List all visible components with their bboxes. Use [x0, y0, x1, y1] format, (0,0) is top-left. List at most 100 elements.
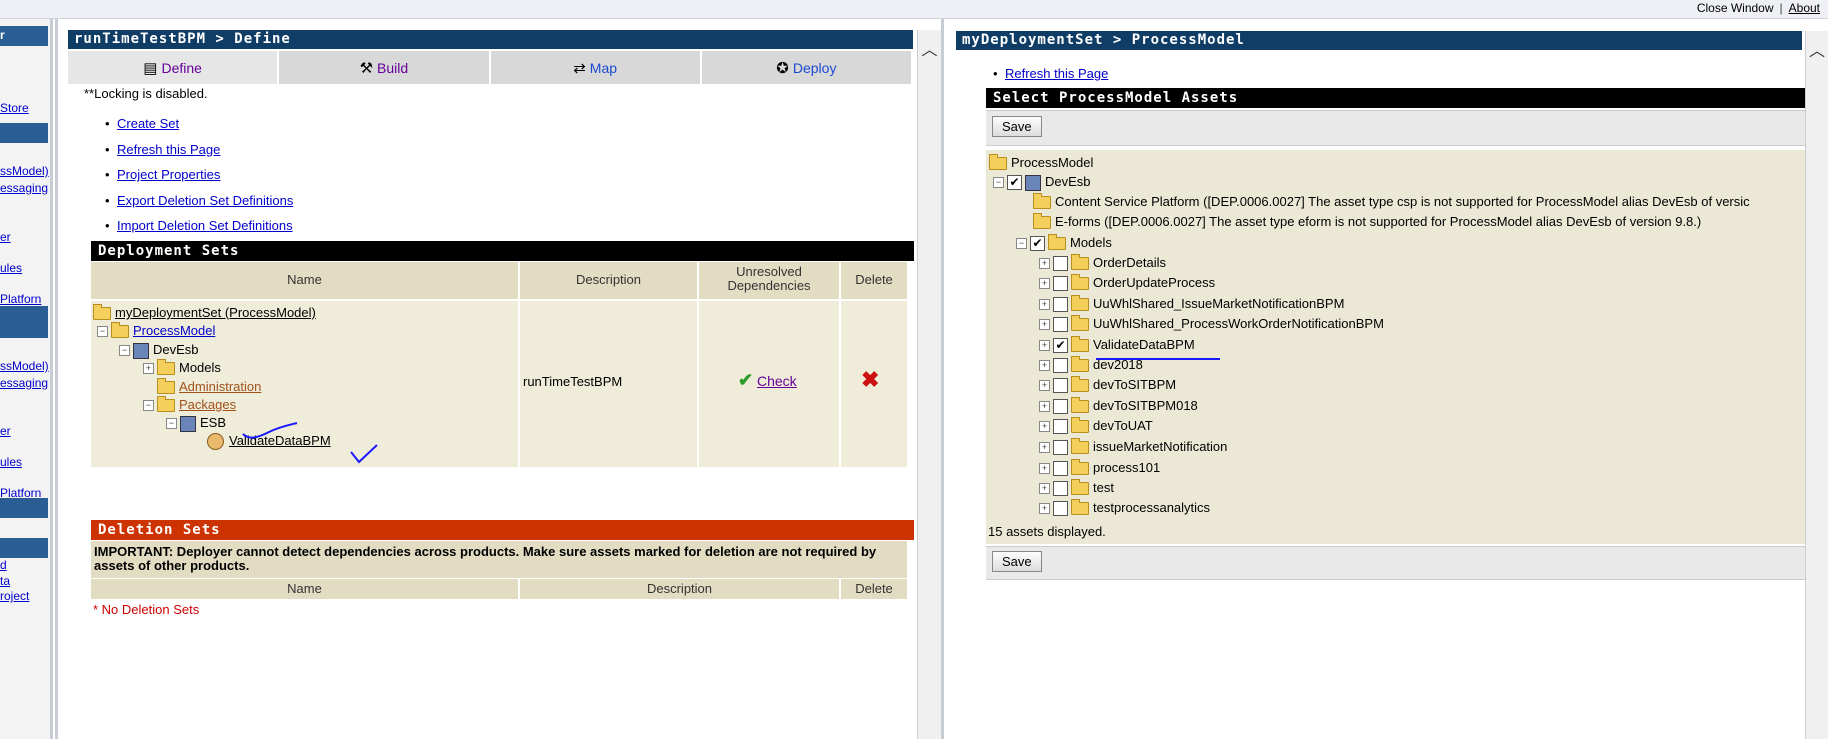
- sidebar-link[interactable]: ssModel): [0, 164, 49, 178]
- tree-node-model: + dev2018: [1039, 356, 1143, 374]
- import-deletion-sets-link[interactable]: Import Deletion Set Definitions: [117, 218, 293, 233]
- model-checkbox[interactable]: [1053, 419, 1068, 435]
- expand-icon[interactable]: +: [1039, 401, 1050, 413]
- process-model-scrollbar[interactable]: ︿: [1805, 31, 1828, 739]
- delete-icon[interactable]: ✖: [861, 367, 879, 393]
- model-checkbox[interactable]: [1053, 501, 1068, 517]
- expand-icon[interactable]: +: [1039, 360, 1050, 372]
- expand-icon[interactable]: +: [1039, 299, 1050, 311]
- list-item: Import Deletion Set Definitions: [102, 218, 293, 244]
- model-checkbox[interactable]: [1053, 461, 1068, 477]
- sidebar-link[interactable]: er: [0, 424, 11, 438]
- column-header-name: Name: [287, 581, 322, 596]
- model-checkbox[interactable]: [1053, 317, 1068, 333]
- about-link[interactable]: About: [1789, 1, 1820, 15]
- export-deletion-sets-link[interactable]: Export Deletion Set Definitions: [117, 193, 293, 208]
- sidebar-link[interactable]: d: [0, 558, 7, 572]
- models-checkbox[interactable]: ✔: [1030, 236, 1045, 252]
- model-checkbox[interactable]: [1053, 276, 1068, 292]
- tree-node-model: + process101: [1039, 459, 1160, 477]
- divider: [697, 262, 699, 467]
- save-button[interactable]: Save: [992, 551, 1042, 572]
- expand-icon[interactable]: +: [1039, 380, 1050, 392]
- model-checkbox[interactable]: [1053, 358, 1068, 374]
- sidebar-link[interactable]: essaging: [0, 181, 48, 195]
- sidebar-link[interactable]: ules: [0, 455, 22, 469]
- divider: [839, 579, 841, 599]
- refresh-page-link[interactable]: Refresh this Page: [1005, 66, 1108, 81]
- create-set-link[interactable]: Create Set: [117, 116, 179, 131]
- model-checkbox[interactable]: [1053, 440, 1068, 456]
- expand-icon[interactable]: +: [1039, 483, 1050, 495]
- sidebar-link[interactable]: Platforn: [0, 292, 41, 306]
- checkmark-icon: ✔: [738, 370, 754, 390]
- sidebar-link[interactable]: roject: [0, 589, 29, 603]
- model-checkbox[interactable]: [1053, 297, 1068, 313]
- deployment-set-link[interactable]: myDeploymentSet (ProcessModel): [115, 305, 316, 320]
- tree-node-model: + UuWhlShared_IssueMarketNotificationBPM: [1039, 295, 1344, 313]
- list-item: Project Properties: [102, 167, 293, 193]
- expand-icon[interactable]: +: [1039, 278, 1050, 290]
- expand-icon[interactable]: +: [1039, 258, 1050, 270]
- tree-node-models: − ✔ Models: [1016, 234, 1112, 252]
- sidebar-link[interactable]: ules: [0, 261, 22, 275]
- sidebar-link[interactable]: er: [0, 230, 11, 244]
- define-scrollbar[interactable]: ︿: [917, 30, 942, 739]
- folder-icon: [1033, 193, 1051, 210]
- check-link[interactable]: Check: [757, 373, 797, 389]
- expand-icon[interactable]: +: [1039, 503, 1050, 515]
- scroll-up-icon[interactable]: ︿: [1806, 37, 1828, 61]
- server-checkbox[interactable]: ✔: [1007, 175, 1022, 191]
- folder-icon: [1071, 295, 1089, 312]
- map-icon: ⇄: [573, 59, 586, 77]
- folder-icon: [1071, 417, 1089, 434]
- package-icon: [207, 433, 224, 451]
- model-checkbox[interactable]: [1053, 399, 1068, 415]
- refresh-page-link[interactable]: Refresh this Page: [117, 142, 220, 157]
- expand-icon[interactable]: +: [1039, 340, 1050, 352]
- tab-define[interactable]: ▤ Define: [68, 51, 280, 84]
- sidebar-link[interactable]: ssModel): [0, 359, 49, 373]
- administration-link[interactable]: Administration: [179, 379, 261, 394]
- sidebar-link[interactable]: ta: [0, 574, 10, 588]
- collapse-icon[interactable]: −: [993, 177, 1004, 189]
- eforms-note: E-forms ([DEP.0006.0027] The asset type …: [1055, 214, 1702, 229]
- collapse-icon[interactable]: −: [166, 418, 177, 430]
- sidebar-link[interactable]: Store: [0, 101, 29, 115]
- deletion-important-notice: IMPORTANT: Deployer cannot detect depend…: [94, 544, 877, 573]
- collapse-icon[interactable]: −: [143, 400, 154, 412]
- close-window-link[interactable]: Close Window: [1697, 1, 1774, 15]
- expand-icon[interactable]: +: [1039, 421, 1050, 433]
- expand-icon[interactable]: +: [1039, 463, 1050, 475]
- expand-icon[interactable]: +: [1039, 442, 1050, 454]
- collapse-icon[interactable]: −: [97, 326, 108, 338]
- project-properties-link[interactable]: Project Properties: [117, 167, 220, 182]
- tab-deploy[interactable]: ✪ Deploy: [701, 51, 913, 84]
- model-label: test: [1093, 480, 1114, 495]
- scroll-up-icon[interactable]: ︿: [918, 36, 941, 60]
- expand-icon[interactable]: +: [1039, 319, 1050, 331]
- sidebar-link[interactable]: essaging: [0, 376, 48, 390]
- divider: |: [1779, 1, 1783, 15]
- folder-icon: [1048, 234, 1066, 251]
- process-model-panel-title: myDeploymentSet > ProcessModel: [956, 31, 1802, 50]
- model-checkbox[interactable]: [1053, 481, 1068, 497]
- column-header-unresolved: Unresolved Dependencies: [727, 264, 811, 293]
- model-checkbox[interactable]: [1053, 378, 1068, 394]
- collapse-icon[interactable]: −: [1016, 238, 1027, 250]
- model-label: dev2018: [1093, 357, 1143, 372]
- tree-node-model: + devToUAT: [1039, 417, 1153, 435]
- model-label: ValidateDataBPM: [1093, 337, 1195, 352]
- expand-icon[interactable]: +: [143, 363, 154, 375]
- tab-map[interactable]: ⇄ Map: [490, 51, 702, 84]
- assets-count: 15 assets displayed.: [988, 524, 1106, 539]
- process-model-link[interactable]: ProcessModel: [133, 323, 215, 338]
- tab-build[interactable]: ⚒ Build: [279, 51, 491, 84]
- packages-link[interactable]: Packages: [179, 397, 236, 412]
- model-checkbox[interactable]: [1053, 256, 1068, 272]
- save-button[interactable]: Save: [992, 116, 1042, 137]
- model-checkbox[interactable]: ✔: [1053, 338, 1068, 354]
- sidebar-header: [0, 123, 48, 143]
- deletion-sets-header: Deletion Sets: [91, 520, 914, 540]
- collapse-icon[interactable]: −: [119, 345, 130, 357]
